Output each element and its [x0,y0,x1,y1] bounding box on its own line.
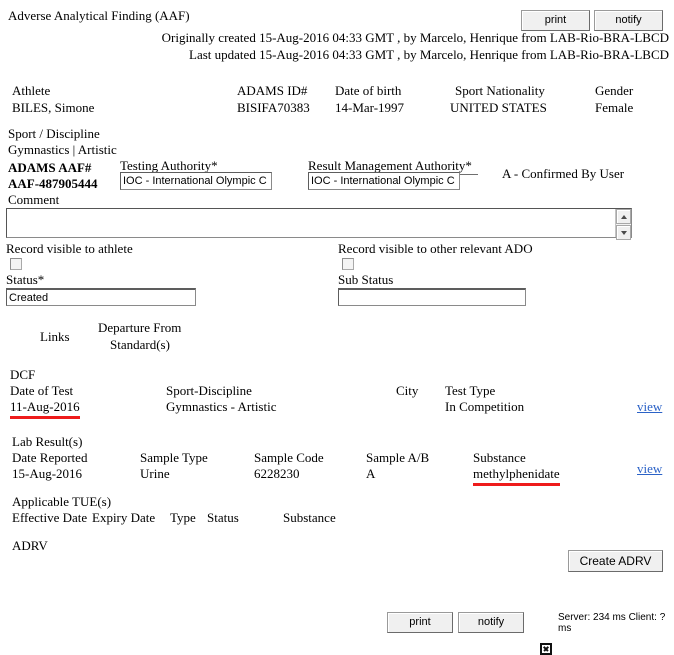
departure-from-standards-label-line1: Departure From [98,320,182,335]
record-visible-athlete-checkbox[interactable] [10,258,22,270]
links-label: Links [40,329,70,344]
tue-type-label: Type [170,510,196,525]
print-button-bottom[interactable]: print [387,612,453,633]
lab-results-section-label: Lab Result(s) [12,434,83,449]
status-input[interactable]: Created [6,288,196,306]
date-of-birth-value: 14-Mar-1997 [335,100,405,115]
notify-button-bottom[interactable]: notify [458,612,524,633]
dcf-date-of-test-label: Date of Test [10,383,74,398]
notify-button-top[interactable]: notify [594,10,663,31]
record-visible-ado-label: Record visible to other relevant ADO [338,241,533,256]
create-adrv-button[interactable]: Create ADRV [568,550,663,572]
comment-label: Comment [8,192,60,207]
lab-substance-value: methylphenidate [473,466,560,486]
confirmation-status-text: A - Confirmed By User [502,166,625,181]
chevron-up-icon [620,214,627,219]
tue-section-label: Applicable TUE(s) [12,494,112,509]
status-label: Status* [6,272,45,287]
scroll-down-button[interactable] [616,225,631,240]
result-management-authority-input[interactable]: IOC - International Olympic C [308,172,460,190]
lab-sample-ab-label: Sample A/B [366,450,430,465]
date-of-birth-label: Date of birth [335,83,402,98]
dcf-sport-discipline-label: Sport-Discipline [166,383,252,398]
last-updated-text: Last updated 15-Aug-2016 04:33 GMT , by … [189,47,669,62]
originally-created-text: Originally created 15-Aug-2016 04:33 GMT… [161,30,669,45]
dcf-section-label: DCF [10,367,36,382]
gender-label: Gender [595,83,634,98]
dcf-test-type-label: Test Type [445,383,496,398]
dcf-date-of-test-value-wrap: 11-Aug-2016 [10,399,80,419]
gender-value: Female [595,100,634,115]
error-x-icon [540,643,552,655]
sport-nationality-label: Sport Nationality [455,83,545,98]
departure-from-standards-label-line2: Standard(s) [110,337,170,352]
scroll-up-button[interactable] [616,209,631,224]
adams-id-value: BISIFA70383 [237,100,310,115]
sub-status-input[interactable] [338,288,526,306]
sub-status-label: Sub Status [338,272,394,287]
chevron-down-icon [620,230,627,235]
print-button-top[interactable]: print [521,10,590,31]
tue-effective-date-label: Effective Date [12,510,88,525]
lab-sample-type-value: Urine [140,466,170,481]
record-visible-ado-checkbox[interactable] [342,258,354,270]
sport-discipline-label: Sport / Discipline [8,126,100,141]
lab-sample-code-label: Sample Code [254,450,324,465]
dcf-date-of-test-value: 11-Aug-2016 [10,399,80,419]
lab-substance-label: Substance [473,450,526,465]
tue-expiry-date-label: Expiry Date [92,510,156,525]
tue-status-label: Status [207,510,239,525]
testing-authority-input[interactable]: IOC - International Olympic C [120,172,272,190]
sport-nationality-value: UNITED STATES [450,100,547,115]
tue-substance-label: Substance [283,510,336,525]
dcf-test-type-value: In Competition [445,399,525,414]
comment-scrollbar[interactable] [615,209,631,240]
page-title: Adverse Analytical Finding (AAF) [8,8,190,23]
lab-substance-value-wrap: methylphenidate [473,466,560,486]
athlete-label: Athlete [12,83,51,98]
athlete-name-value: BILES, Simone [12,100,95,115]
dcf-sport-discipline-value: Gymnastics - Artistic [166,399,277,414]
lab-view-link[interactable]: view [637,461,662,477]
dcf-view-link[interactable]: view [637,399,662,415]
adams-id-label: ADAMS ID# [237,83,308,98]
dcf-city-label: City [396,383,419,398]
lab-sample-type-label: Sample Type [140,450,208,465]
server-timing-text: Server: 234 ms Client: ? ms [558,612,666,634]
lab-date-reported-label: Date Reported [12,450,88,465]
adams-aaf-number-label: ADAMS AAF# [8,160,92,175]
lab-sample-ab-value: A [366,466,376,481]
lab-date-reported-value: 15-Aug-2016 [12,466,83,481]
sport-discipline-value: Gymnastics | Artistic [8,142,117,157]
adams-aaf-number-value: AAF-487905444 [8,176,98,191]
adrv-section-label: ADRV [12,538,48,553]
comment-textarea[interactable] [6,208,632,240]
record-visible-athlete-label: Record visible to athlete [6,241,133,256]
lab-sample-code-value: 6228230 [254,466,300,481]
